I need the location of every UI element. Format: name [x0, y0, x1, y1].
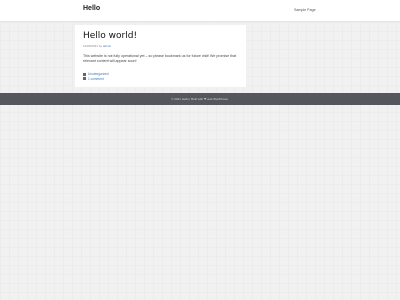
post-category-row: Uncategorized	[83, 72, 109, 76]
post-meta: 10/06/2021 by admin	[83, 44, 111, 48]
post-comments-row: 1 comment	[83, 77, 104, 81]
folder-icon	[83, 72, 86, 76]
site-footer: © 2021 Hello | Built with ❤ and WordPres…	[0, 93, 400, 105]
post-category-link[interactable]: Uncategorized	[88, 72, 109, 76]
post-date[interactable]: 10/06/2021	[83, 44, 98, 48]
comment-icon	[83, 77, 86, 80]
post-comments-link[interactable]: 1 comment	[88, 77, 104, 81]
post-author-link[interactable]: admin	[103, 44, 111, 48]
site-title-link[interactable]: Hello	[83, 5, 100, 12]
footer-credit: © 2021 Hello | Built with ❤ and WordPres…	[171, 97, 229, 101]
post-title[interactable]: Hello world!	[83, 31, 137, 41]
nav-link-sample-page[interactable]: Sample Page	[294, 8, 316, 12]
post-excerpt: This website is not fully operational ye…	[83, 54, 237, 63]
post-card: Hello world! 10/06/2021 by admin This we…	[75, 25, 246, 87]
post-by-label: by	[98, 44, 103, 48]
site-header: Hello Sample Page	[0, 0, 400, 22]
